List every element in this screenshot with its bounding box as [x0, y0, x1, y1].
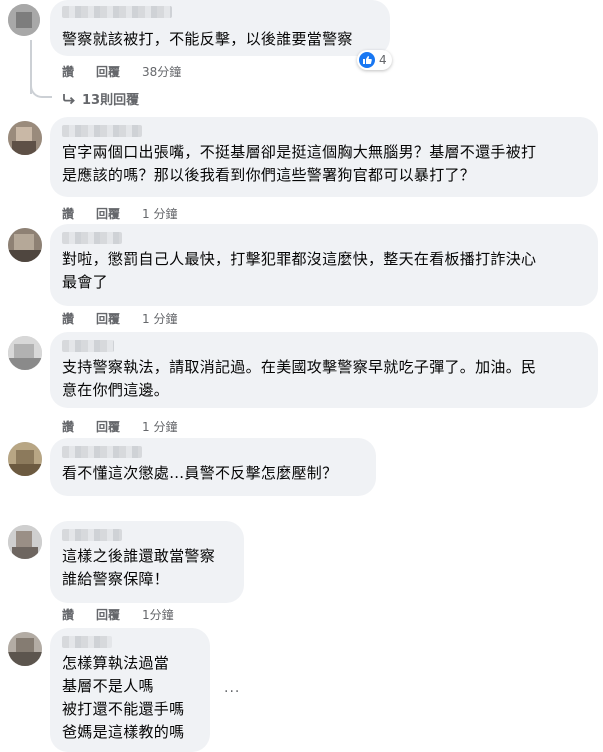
comment-actions: 讚 回覆 1 分鐘 — [62, 418, 177, 434]
avatar[interactable] — [8, 4, 40, 36]
avatar[interactable] — [8, 121, 42, 155]
like-icon — [359, 52, 375, 68]
comment-text: 對啦，懲罰自己人最快，打擊犯罪都沒這麼快，整天在看板播打詐決心 最會了 — [62, 250, 537, 291]
author-name[interactable] — [62, 636, 112, 648]
comment-actions: 讚 回覆 1 分鐘 — [62, 310, 177, 326]
view-replies-label: 13則回覆 — [82, 93, 140, 108]
comment-bubble: 這樣之後誰還敢當警察 誰給警察保障！ — [50, 521, 244, 603]
author-name[interactable] — [62, 340, 114, 352]
comment-text: 這樣之後誰還敢當警察 誰給警察保障！ — [62, 547, 216, 588]
comment-text: 怎樣算執法過當 基層不是人嗎 被打還不能還手嗎 爸媽是這樣教的嗎 — [62, 654, 185, 741]
comment-bubble: 看不懂這次懲處…員警不反擊怎麼壓制？ — [50, 438, 376, 496]
comment-bubble: 警察就該被打，不能反擊，以後誰要當警察 — [50, 0, 390, 56]
avatar[interactable] — [8, 228, 42, 262]
like-button[interactable]: 讚 — [62, 606, 96, 623]
comment-bubble: 怎樣算執法過當 基層不是人嗎 被打還不能還手嗎 爸媽是這樣教的嗎 — [50, 628, 210, 752]
comment-actions: 讚 回覆 38分鐘 — [62, 63, 181, 79]
author-name[interactable] — [62, 529, 122, 541]
timestamp[interactable]: 1 分鐘 — [142, 205, 177, 222]
comment-bubble: 支持警察執法，請取消記過。在美國攻擊警察早就吃子彈了。加油。民 意在你們這邊。 — [50, 332, 598, 408]
author-name[interactable] — [62, 6, 172, 18]
reply-button[interactable]: 回覆 — [96, 606, 142, 623]
comment-text: 支持警察執法，請取消記過。在美國攻擊警察早就吃子彈了。加油。民 意在你們這邊。 — [62, 358, 537, 399]
author-name[interactable] — [62, 232, 122, 244]
comment-text: 官字兩個口出張嘴，不挺基層卻是挺這個胸大無腦男？基層不還手被打 是應該的嗎？那以… — [62, 143, 537, 184]
reaction-count: 4 — [379, 53, 387, 67]
avatar[interactable] — [8, 632, 42, 666]
reply-button[interactable]: 回覆 — [96, 418, 142, 435]
view-replies-link[interactable]: 13則回覆 — [62, 89, 139, 108]
reply-button[interactable]: 回覆 — [96, 310, 142, 327]
thread-connector — [30, 80, 52, 98]
like-button[interactable]: 讚 — [62, 205, 96, 222]
more-options-icon[interactable]: ··· — [224, 684, 240, 700]
timestamp[interactable]: 1 分鐘 — [142, 418, 177, 435]
reply-button[interactable]: 回覆 — [96, 63, 142, 80]
timestamp[interactable]: 1 分鐘 — [142, 310, 177, 327]
like-button[interactable]: 讚 — [62, 310, 96, 327]
reply-arrow-icon — [62, 93, 76, 105]
comment-actions: 讚 回覆 1分鐘 — [62, 606, 174, 622]
comment-bubble: 官字兩個口出張嘴，不挺基層卻是挺這個胸大無腦男？基層不還手被打 是應該的嗎？那以… — [50, 117, 598, 197]
author-name[interactable] — [62, 446, 142, 458]
comment-actions: 讚 回覆 1 分鐘 — [62, 205, 177, 221]
timestamp[interactable]: 1分鐘 — [142, 606, 174, 623]
like-button[interactable]: 讚 — [62, 63, 96, 80]
timestamp[interactable]: 38分鐘 — [142, 63, 181, 80]
reaction-count-badge[interactable]: 4 — [357, 50, 392, 70]
comment-text: 看不懂這次懲處…員警不反擊怎麼壓制？ — [62, 464, 338, 482]
avatar[interactable] — [8, 442, 42, 476]
avatar[interactable] — [8, 525, 42, 559]
avatar[interactable] — [8, 336, 42, 370]
author-name[interactable] — [62, 125, 142, 137]
comment-bubble: 對啦，懲罰自己人最快，打擊犯罪都沒這麼快，整天在看板播打詐決心 最會了 — [50, 224, 598, 306]
reply-button[interactable]: 回覆 — [96, 205, 142, 222]
comment-text: 警察就該被打，不能反擊，以後誰要當警察 — [62, 30, 353, 48]
like-button[interactable]: 讚 — [62, 418, 96, 435]
